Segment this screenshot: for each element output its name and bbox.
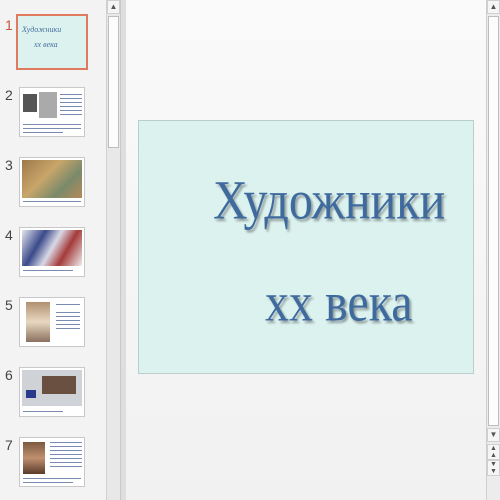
slide-title-line1[interactable]: Художники	[213, 169, 445, 232]
thumbnail-title-line2: хх века	[34, 40, 58, 50]
thumbnail-title-line1: Художники	[22, 25, 62, 34]
slide-number: 5	[5, 297, 13, 313]
thumbnail-row-1: 1 Художники хх века	[0, 14, 106, 77]
thumbnail-photo-detail	[26, 390, 36, 398]
thumbnail-photo	[39, 92, 57, 118]
slide-number: 1	[5, 17, 13, 33]
editor-scroll-thumb[interactable]	[488, 16, 499, 426]
thumbnail-row-2: 2	[0, 87, 106, 147]
slide-thumbnail-pane: 1 Художники хх века 2 3 4 5 6 7	[0, 0, 106, 500]
slide-thumbnail-1[interactable]: Художники хх века	[16, 14, 88, 70]
slide-thumbnail-6[interactable]	[19, 367, 85, 417]
current-slide[interactable]: Художники хх века	[138, 120, 474, 374]
thumbnail-title: Художники хх века	[22, 22, 61, 52]
thumbnail-row-5: 5	[0, 297, 106, 357]
thumbnail-row-7: 7	[0, 437, 106, 497]
thumbnail-photo	[23, 94, 37, 112]
thumbnail-painting	[22, 160, 82, 198]
thumbnail-row-3: 3	[0, 157, 106, 217]
slide-editor: Художники хх века	[126, 0, 486, 500]
double-chevron-up-icon[interactable]: ▲ ▲	[487, 444, 500, 460]
thumbnail-painting	[26, 302, 50, 342]
slide-thumbnail-2[interactable]	[19, 87, 85, 137]
slide-number: 3	[5, 157, 13, 173]
slide-thumbnail-5[interactable]	[19, 297, 85, 347]
thumbnail-scrollbar[interactable]: ▲	[106, 0, 120, 500]
editor-scrollbar[interactable]: ▲ ▼ ▲ ▲ ▼ ▼	[486, 0, 500, 500]
slide-thumbnail-3[interactable]	[19, 157, 85, 207]
slide-title-line2[interactable]: хх века	[265, 271, 413, 334]
slide-number: 7	[5, 437, 13, 453]
thumbnail-frame	[42, 376, 76, 394]
thumbnail-scroll-thumb[interactable]	[108, 16, 119, 148]
slide-thumbnail-7[interactable]	[19, 437, 85, 487]
chevron-up-icon[interactable]: ▲	[107, 0, 120, 14]
slide-number: 4	[5, 227, 13, 243]
slide-number: 2	[5, 87, 13, 103]
double-chevron-down-icon[interactable]: ▼ ▼	[487, 460, 500, 476]
thumbnail-row-4: 4	[0, 227, 106, 287]
thumbnail-row-6: 6	[0, 367, 106, 427]
slide-thumbnail-4[interactable]	[19, 227, 85, 277]
thumbnail-portrait	[23, 442, 45, 474]
thumbnail-painting	[22, 230, 82, 266]
slide-number: 6	[5, 367, 13, 383]
chevron-down-icon[interactable]: ▼	[487, 428, 500, 442]
chevron-up-icon[interactable]: ▲	[487, 0, 500, 14]
